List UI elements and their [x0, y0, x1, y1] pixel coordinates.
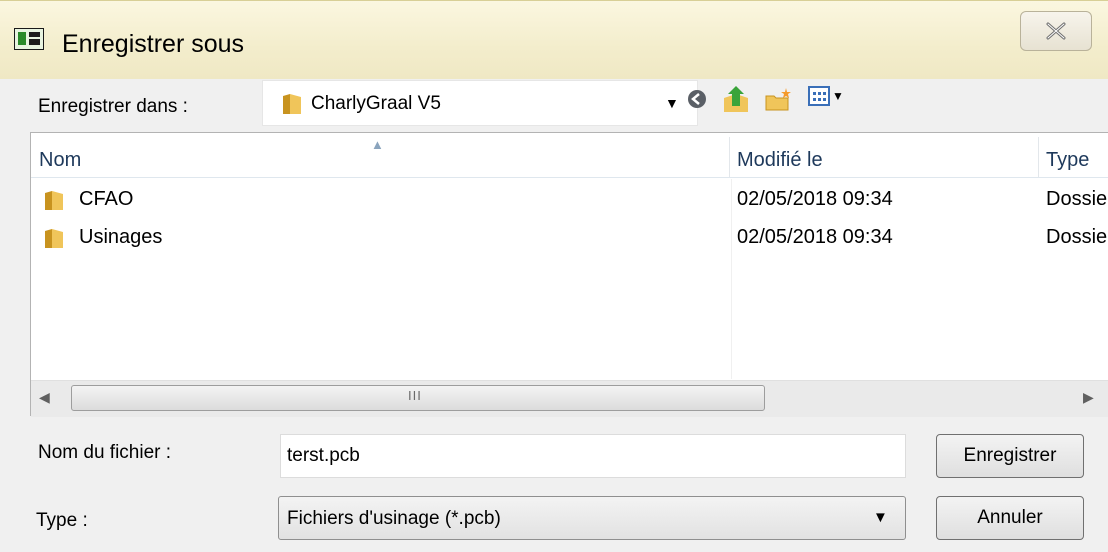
column-header: ▲ Nom Modifié le Type: [31, 137, 1108, 178]
save-button[interactable]: Enregistrer: [936, 434, 1084, 478]
chevron-down-icon[interactable]: ▼: [665, 95, 679, 111]
column-name[interactable]: Nom: [39, 147, 81, 173]
list-item[interactable]: CFAO 02/05/2018 09:34 Dossier de fichier…: [31, 181, 1108, 217]
file-name: CFAO: [79, 188, 134, 210]
folder-icon: [283, 94, 301, 114]
file-name: Usinages: [79, 226, 163, 248]
column-divider[interactable]: [1038, 137, 1039, 177]
close-button[interactable]: [1020, 11, 1092, 51]
file-modified: 02/05/2018 09:34: [737, 226, 893, 248]
sort-ascending-icon: ▲: [371, 137, 384, 152]
type-select[interactable]: Fichiers d'usinage (*.pcb) ▼: [278, 496, 906, 540]
column-divider[interactable]: [729, 137, 730, 177]
scroll-left-icon[interactable]: ◀: [39, 389, 50, 406]
file-modified: 02/05/2018 09:34: [737, 188, 893, 210]
close-icon: [1046, 22, 1066, 40]
column-modified[interactable]: Modifié le: [737, 147, 823, 173]
filename-label: Nom du fichier :: [38, 442, 172, 463]
new-folder-icon[interactable]: [764, 86, 794, 112]
list-item[interactable]: Usinages 02/05/2018 09:34 Dossier de fic…: [31, 219, 1108, 255]
save-in-combo[interactable]: CharlyGraal V5 ▼: [262, 80, 698, 126]
back-icon[interactable]: [686, 88, 708, 110]
file-type: Dossier de fichiers: [1046, 226, 1108, 248]
title-bar: Enregistrer sous: [0, 0, 1108, 79]
scroll-right-icon[interactable]: ▶: [1083, 389, 1094, 406]
cancel-button[interactable]: Annuler: [936, 496, 1084, 540]
column-type[interactable]: Type: [1046, 147, 1089, 173]
file-type: Dossier de fichiers: [1046, 188, 1108, 210]
window-title: Enregistrer sous: [62, 30, 245, 58]
type-label: Type :: [36, 510, 88, 531]
folder-icon: [45, 191, 63, 210]
save-in-label: Enregistrer dans :: [38, 96, 188, 117]
up-folder-icon[interactable]: [722, 84, 750, 114]
chevron-down-icon: ▼: [873, 509, 888, 526]
chevron-down-icon: ▼: [832, 89, 844, 103]
type-value: Fichiers d'usinage (*.pcb): [287, 508, 501, 529]
scrollbar-thumb[interactable]: III: [71, 385, 765, 411]
file-list[interactable]: ▲ Nom Modifié le Type CFAO 02/05/2018 09…: [30, 132, 1108, 417]
folder-icon: [45, 229, 63, 248]
grip-icon: III: [408, 388, 422, 403]
save-in-value: CharlyGraal V5: [311, 93, 441, 114]
filename-input[interactable]: [280, 434, 906, 478]
view-list-icon: [808, 86, 830, 106]
views-menu-icon[interactable]: ▼: [808, 86, 844, 106]
app-icon: [14, 28, 44, 50]
horizontal-scrollbar[interactable]: ◀ III ▶: [31, 380, 1108, 417]
